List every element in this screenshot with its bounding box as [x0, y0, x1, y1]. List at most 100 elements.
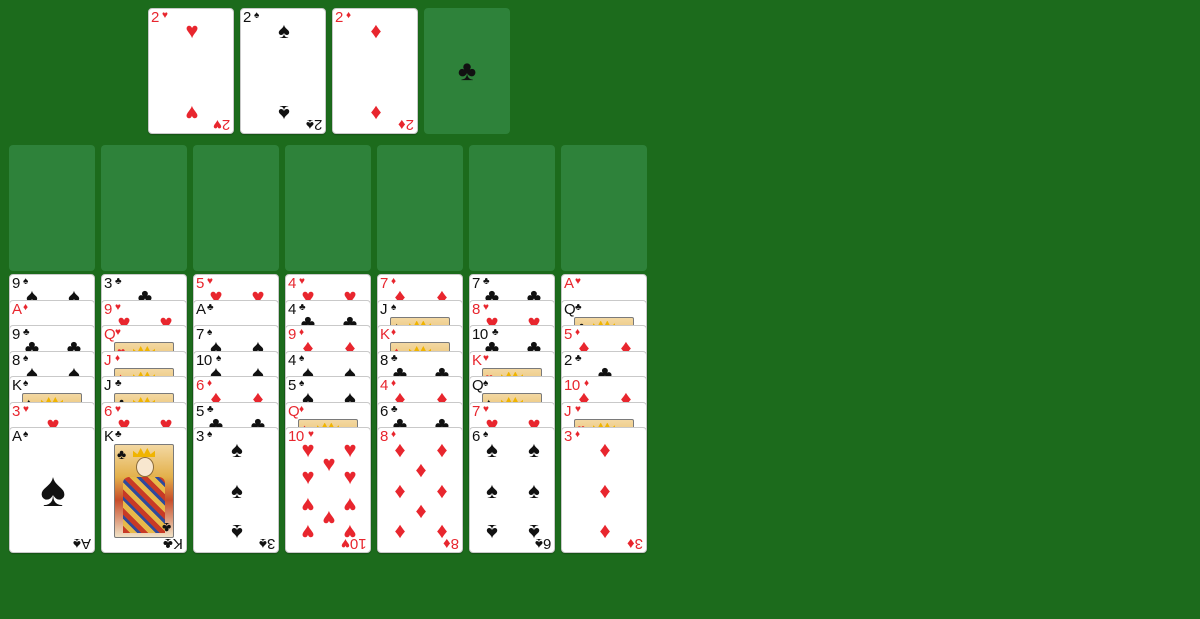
diamonds-icon: ♦ [436, 520, 448, 545]
card-rank-label: Q [564, 300, 576, 318]
spades-icon: ♠ [231, 520, 243, 545]
diamonds-icon: ♦ [394, 478, 406, 503]
hearts-icon: ♥ [162, 10, 168, 21]
card-rank-label: 5 [288, 377, 296, 394]
hearts-icon: ♥ [322, 506, 336, 531]
free-cell[interactable] [469, 145, 555, 271]
free-cell[interactable] [193, 145, 279, 271]
spades-icon: ♠ [486, 437, 498, 462]
card-rank-label: 4 [288, 275, 296, 292]
card-rank-label: 2 [151, 9, 159, 26]
spades-icon: ♠ [486, 478, 498, 503]
card-2-of-diamonds[interactable]: 2 ♦ 2♦ ♦ ♦ [332, 8, 418, 134]
hearts-icon: ♥ [483, 352, 489, 364]
diamonds-icon: ♦ [599, 520, 611, 545]
card-rank-label: 4 [288, 351, 296, 369]
card-10-of-hearts[interactable]: 10 ♥ 10♥ ♥ ♥ ♥ ♥ ♥ ♥ ♥ ♥ ♥ ♥ [285, 427, 371, 553]
spades-icon: ♠ [231, 437, 243, 462]
card-rank-label: 3 [564, 428, 572, 445]
clubs-icon: ♣ [457, 55, 477, 86]
spades-icon: ♠ [528, 478, 540, 503]
spades-icon: ♠ [254, 10, 260, 21]
hearts-icon: ♥ [185, 101, 199, 126]
spades-icon: ♠ [231, 478, 243, 503]
hearts-icon: ♥ [575, 276, 581, 287]
card-rank-label: 5 [564, 326, 572, 343]
card-rank-label: J [104, 377, 112, 394]
card-rank-label-bottom: 3♠ [258, 535, 275, 552]
card-3-of-diamonds[interactable]: 3 ♦ 3♦ ♦ ♦ ♦ [561, 427, 647, 553]
diamonds-icon: ♦ [370, 18, 382, 43]
free-cell[interactable] [101, 145, 187, 271]
card-rank-label: A [564, 275, 574, 292]
card-rank-label: J [104, 351, 112, 369]
spades-icon: ♠ [278, 101, 290, 126]
card-rank-label-bottom: 3♦ [627, 535, 643, 552]
spades-icon: ♠ [486, 520, 498, 545]
hearts-icon: ♥ [23, 403, 29, 415]
free-cell[interactable] [285, 145, 371, 271]
card-rank-label: K [472, 351, 482, 369]
card-rank-label: Q [288, 402, 300, 420]
spades-icon: ♠ [483, 378, 489, 389]
spades-icon: ♠ [391, 301, 397, 313]
free-cell[interactable] [377, 145, 463, 271]
card-rank-label: K [380, 326, 390, 343]
card-8-of-diamonds[interactable]: 8 ♦ 8♦ ♦ ♦ ♦ ♦ ♦ ♦ ♦ ♦ [377, 427, 463, 553]
spades-icon: ♠ [23, 429, 29, 440]
card-rank-label: 4 [380, 377, 388, 394]
clubs-icon: ♣ [115, 276, 122, 287]
face-head [136, 457, 154, 477]
card-rank-label: A [12, 300, 22, 318]
diamonds-icon: ♦ [370, 101, 382, 126]
card-rank-label: 6 [380, 402, 388, 420]
card-rank-label: 4 [288, 300, 296, 318]
card-3-of-spades[interactable]: 3 ♠ 3♠ ♠ ♠ ♠ [193, 427, 279, 553]
card-rank-label: A [196, 300, 206, 318]
hearts-icon: ♥ [322, 451, 336, 476]
card-rank-label-bottom: A♠ [73, 535, 91, 552]
diamonds-icon: ♦ [23, 301, 29, 313]
clubs-icon: ♣ [207, 301, 214, 313]
diamonds-icon: ♦ [415, 500, 427, 525]
card-rank-label: J [380, 300, 388, 318]
face-card-art: ♣♣ [114, 444, 174, 538]
spades-icon: ♠ [207, 429, 213, 440]
diamonds-icon: ♦ [346, 10, 352, 21]
diamonds-icon: ♦ [599, 437, 611, 462]
spades-icon: ♠ [23, 378, 29, 389]
diamonds-icon: ♦ [436, 437, 448, 462]
card-2-of-spades[interactable]: 2 ♠ 2♠ ♠ ♠ [240, 8, 326, 134]
card-rank-label: Q [472, 377, 484, 394]
card-rank-label: 2 [335, 9, 343, 26]
card-rank-label: 7 [472, 275, 480, 292]
diamonds-icon: ♦ [299, 403, 305, 415]
spades-icon: ♠ [528, 520, 540, 545]
free-cell[interactable] [9, 145, 95, 271]
clubs-icon: ♣ [575, 352, 582, 364]
diamonds-icon: ♦ [391, 327, 397, 338]
card-rank-label: 9 [288, 326, 296, 343]
hearts-icon: ♥ [343, 437, 357, 462]
hearts-icon: ♥ [301, 437, 315, 462]
card-rank-label: 8 [12, 351, 20, 369]
face-robe [123, 477, 165, 533]
card-rank-label: 6 [104, 402, 112, 420]
card-rank-label: 8 [380, 428, 388, 445]
hearts-icon: ♥ [301, 520, 315, 545]
crown-icon [133, 448, 155, 457]
card-k-of-clubs[interactable]: K ♣ K♣ ♣ ♣ [101, 427, 187, 553]
card-a-of-spades[interactable]: A ♠ A♠ ♠ [9, 427, 95, 553]
foundation-slot-clubs[interactable]: ♣ [424, 8, 510, 134]
diamonds-icon: ♦ [436, 478, 448, 503]
spades-icon: ♠ [528, 437, 540, 462]
card-rank-label: K [104, 428, 114, 445]
hearts-icon: ♥ [343, 493, 357, 518]
hearts-icon: ♥ [575, 403, 581, 415]
hearts-icon: ♥ [343, 464, 357, 489]
card-2-of-hearts[interactable]: 2 ♥ 2♥ ♥ ♥ [148, 8, 234, 134]
diamonds-icon: ♦ [394, 520, 406, 545]
card-6-of-spades[interactable]: 6 ♠ 6♠ ♠ ♠ ♠ ♠ ♠ ♠ [469, 427, 555, 553]
free-cell[interactable] [561, 145, 647, 271]
diamonds-icon: ♦ [599, 478, 611, 503]
